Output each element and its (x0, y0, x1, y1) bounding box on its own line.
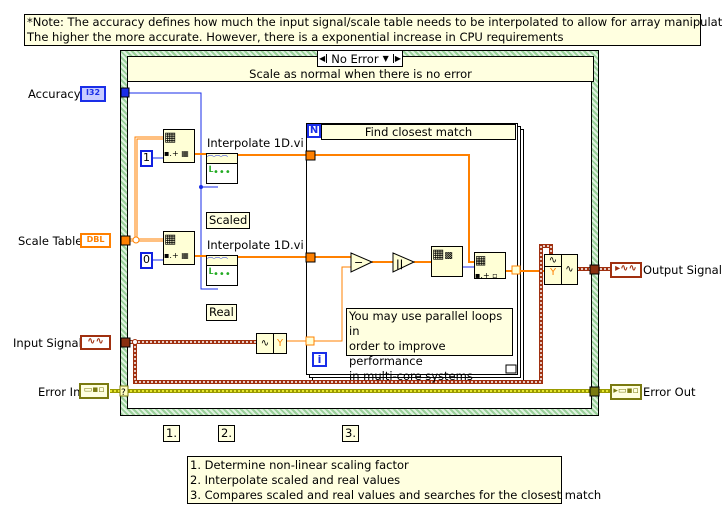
scale-table-control[interactable]: DBL (80, 233, 111, 248)
build-waveform-node[interactable]: ∿ Y ∿ (544, 254, 578, 285)
error-in-control[interactable]: ▭▪▫ (79, 383, 109, 399)
block-diagram: *Note: The accuracy defines how much the… (0, 0, 723, 519)
error-cluster-icon: ▭▪▫ (83, 385, 105, 395)
comment-line: in multi-core systems (349, 369, 473, 383)
wire-input-y (286, 266, 351, 342)
wire-junction (199, 185, 203, 189)
interpolate-1-label: Interpolate 1D.vi (207, 136, 304, 150)
wire-index-constants (152, 157, 163, 261)
label-scaled: Scaled (206, 212, 251, 229)
loop-tunnel-indexing (305, 336, 315, 346)
error-cluster-icon: ▸▭▪▫ (613, 386, 639, 396)
comment-line: order to improve performance (349, 339, 446, 368)
tunnel-error-out (589, 386, 600, 397)
label-real: Real (206, 304, 237, 321)
step-marker-2: 2. (218, 425, 235, 442)
index-array-node-1[interactable]: ▦ ▪.+ ▦ (163, 129, 195, 163)
index-constant-0[interactable]: 0 (140, 252, 153, 269)
index-constant-1[interactable]: 1 (140, 150, 153, 167)
get-waveform-components-node[interactable]: ∿ Y (256, 333, 287, 354)
wires-layer: ? − || (110, 87, 610, 398)
step-marker-3: 3. (342, 425, 359, 442)
interpolate-1d-node-1[interactable]: ⌒⌒⌒ ┖••• (206, 153, 238, 184)
step-marker-1: 1. (163, 425, 180, 442)
tunnel-accuracy (120, 87, 130, 98)
loop-tunnel-real (305, 252, 316, 263)
error-in-label: Error In (38, 385, 81, 399)
comment-line: You may use parallel loops in (349, 309, 503, 338)
for-loop-comment: You may use parallel loops in order to i… (346, 308, 513, 383)
index-array-node-3[interactable]: ▦ ▪.+ ▫ (474, 252, 506, 280)
svg-text:?: ? (121, 388, 126, 398)
interpolate-1d-node-2[interactable]: ⌒⌒⌒ ┖••• (206, 255, 238, 286)
loop-tunnel-output (511, 265, 521, 275)
tunnel-input-signal (120, 337, 131, 348)
input-signal-control[interactable]: ∿∿ (80, 335, 111, 350)
accuracy-label: Accuracy (28, 87, 81, 101)
output-signal-label: Output Signal (643, 263, 722, 277)
scale-table-label: Scale Table (18, 234, 83, 248)
svg-text:−: − (354, 256, 363, 269)
legend-line: 3. Compares scaled and real values and s… (190, 488, 602, 502)
error-out-indicator[interactable]: ▸▭▪▫ (610, 384, 642, 400)
error-out-label: Error Out (643, 385, 696, 399)
min-max-array-node[interactable]: ▦▩ (431, 246, 463, 277)
waveform-icon: ▸∿∿ (615, 263, 637, 274)
legend-line: 2. Interpolate scaled and real values (190, 473, 401, 487)
legend-line: 1. Determine non-linear scaling factor (190, 458, 409, 472)
loop-tunnel-scaled (305, 150, 316, 161)
index-array-node-2[interactable]: ▦ ▪.+ ▦ (163, 231, 195, 265)
tunnel-scale-table (120, 235, 131, 246)
legend-comment: 1. Determine non-linear scaling factor 2… (187, 456, 602, 504)
interpolate-2-label: Interpolate 1D.vi (207, 238, 304, 252)
output-signal-indicator[interactable]: ▸∿∿ (610, 262, 642, 278)
waveform-icon: ∿∿ (87, 336, 104, 347)
tunnel-output-signal (589, 264, 600, 275)
input-signal-label: Input Signal (13, 336, 82, 350)
accuracy-control[interactable]: I32 (80, 86, 106, 102)
svg-text:||: || (396, 259, 403, 270)
